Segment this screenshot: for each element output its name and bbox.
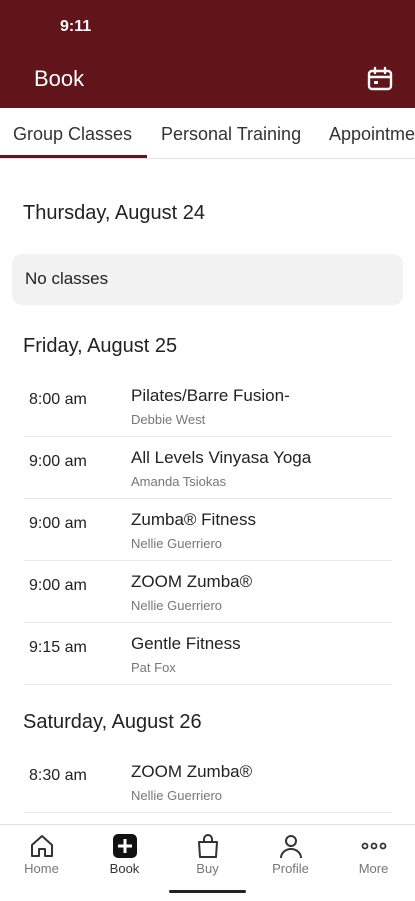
tab-selected-indicator [0,155,147,158]
nav-label: Buy [196,861,219,876]
class-instructor: Nellie Guerriero [131,598,223,613]
class-time: 9:00 am [29,577,87,594]
class-time: 8:30 am [29,767,87,784]
no-classes-text: No classes [25,269,109,288]
person-icon [280,835,302,859]
class-row[interactable]: 9:00 am ZOOM Zumba® Nellie Guerriero [24,560,392,623]
class-name: Pilates/Barre Fusion- [131,386,290,405]
nav-label: More [358,861,389,876]
nav-label: Home [24,861,59,876]
nav-book[interactable]: Book [83,825,166,885]
class-row[interactable]: 8:00 am Pilates/Barre Fusion- Debbie Wes… [24,374,392,437]
calendar-icon[interactable] [366,66,394,92]
class-instructor: Amanda Tsiokas [131,474,227,489]
more-dots-icon [361,842,387,850]
home-icon [31,835,53,857]
class-instructor: Pat Fox [131,660,176,675]
class-time: 9:00 am [29,515,87,532]
nav-more[interactable]: More [332,825,415,885]
day-heading: Saturday, August 26 [23,711,202,733]
class-time: 8:00 am [29,391,87,408]
class-row[interactable]: 9:00 am All Levels Vinyasa Yoga Amanda T… [24,436,392,499]
class-time: 9:15 am [29,639,87,656]
home-indicator [169,890,246,893]
class-row[interactable]: 9:15 am Gentle Fitness Pat Fox [24,622,392,685]
class-time: 9:00 am [29,453,87,470]
tab-personal-training[interactable]: Personal Training [161,108,301,158]
class-instructor: Nellie Guerriero [131,788,223,803]
nav-home[interactable]: Home [0,825,83,885]
class-name: All Levels Vinyasa Yoga [131,448,312,467]
class-name: Zumba® Fitness [131,510,256,529]
class-row[interactable]: 8:30 am ZOOM Zumba® Nellie Guerriero [24,750,392,813]
class-name: ZOOM Zumba® [131,762,253,781]
booking-tabs: Group Classes Personal Training Appointm… [0,108,415,159]
nav-label: Profile [272,861,309,876]
class-instructor: Nellie Guerriero [131,536,223,551]
class-name: Gentle Fitness [131,634,241,653]
nav-buy[interactable]: Buy [166,825,249,885]
app-header: 9:11 Book [0,0,415,108]
nav-profile[interactable]: Profile [249,825,332,885]
status-bar-time: 9:11 [60,18,92,35]
no-classes-card: No classes [12,254,403,305]
class-row[interactable]: 9:00 am Zumba® Fitness Nellie Guerriero [24,498,392,561]
plus-square-icon [113,834,137,858]
class-name: ZOOM Zumba® [131,572,253,591]
tab-appointments[interactable]: Appointme [329,108,415,158]
day-heading: Thursday, August 24 [23,202,205,224]
day-heading: Friday, August 25 [23,335,178,357]
class-instructor: Debbie West [131,412,206,427]
shopping-bag-icon [198,834,218,858]
nav-label: Book [109,861,140,876]
tab-group-classes[interactable]: Group Classes [13,108,132,158]
page-title: Book [34,66,85,91]
